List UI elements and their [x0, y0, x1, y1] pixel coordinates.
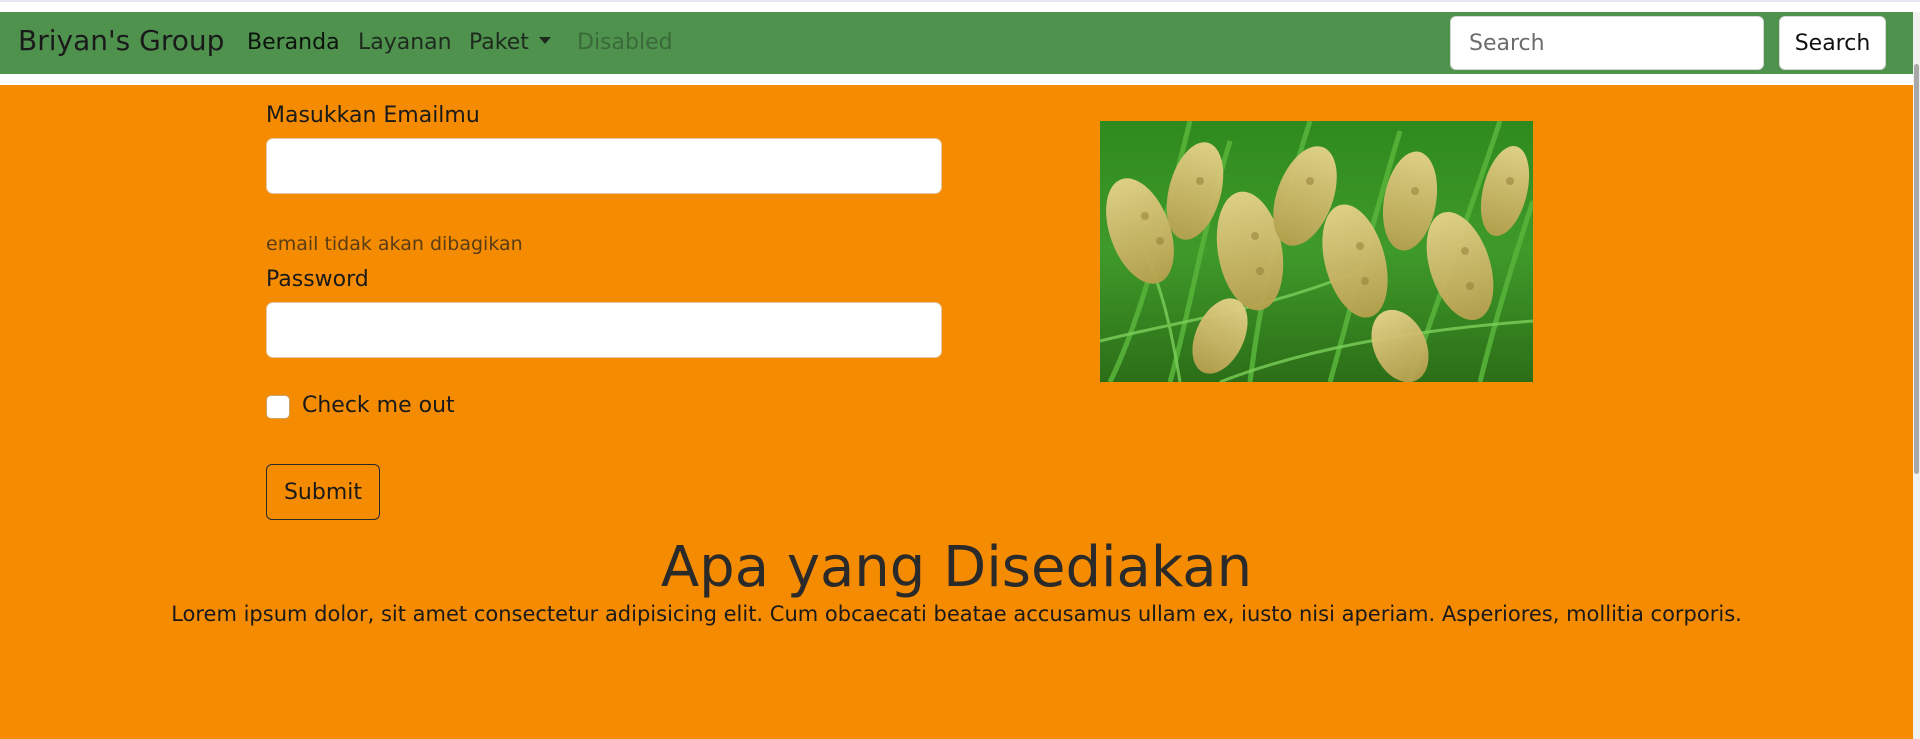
password-label: Password — [266, 267, 369, 292]
section-paragraph: Lorem ipsum dolor, sit amet consectetur … — [171, 602, 1742, 626]
search-input[interactable] — [1450, 16, 1764, 70]
submit-button[interactable]: Submit — [266, 464, 380, 520]
navbar-brand[interactable]: Briyan's Group — [18, 24, 224, 57]
check-me-out-checkbox[interactable] — [266, 395, 290, 419]
nav-link-beranda[interactable]: Beranda — [247, 30, 340, 55]
checkbox-label[interactable]: Check me out — [302, 393, 455, 418]
main-content: Masukkan Emailmu email tidak akan dibagi… — [0, 85, 1913, 739]
page-scrollbar[interactable] — [1913, 12, 1920, 739]
rice-plant-photo — [1100, 121, 1533, 382]
section-heading: Apa yang Disediakan — [660, 535, 1253, 600]
nav-link-paket-label: Paket — [469, 30, 529, 55]
nav-link-paket-dropdown[interactable]: Paket — [469, 30, 551, 55]
caret-down-icon — [538, 36, 551, 44]
nav-link-disabled: Disabled — [577, 30, 673, 55]
navbar: Briyan's Group Beranda Layanan Paket Dis… — [0, 12, 1913, 74]
email-help-text: email tidak akan dibagikan — [266, 233, 523, 255]
email-label: Masukkan Emailmu — [266, 103, 480, 128]
search-button[interactable]: Search — [1779, 16, 1886, 70]
navbar-spacer — [0, 74, 1913, 85]
scrollbar-thumb[interactable] — [1914, 64, 1919, 474]
browser-top-strip — [0, 0, 1920, 12]
password-field[interactable] — [266, 302, 942, 358]
email-field[interactable] — [266, 138, 942, 194]
nav-link-layanan[interactable]: Layanan — [358, 30, 452, 55]
